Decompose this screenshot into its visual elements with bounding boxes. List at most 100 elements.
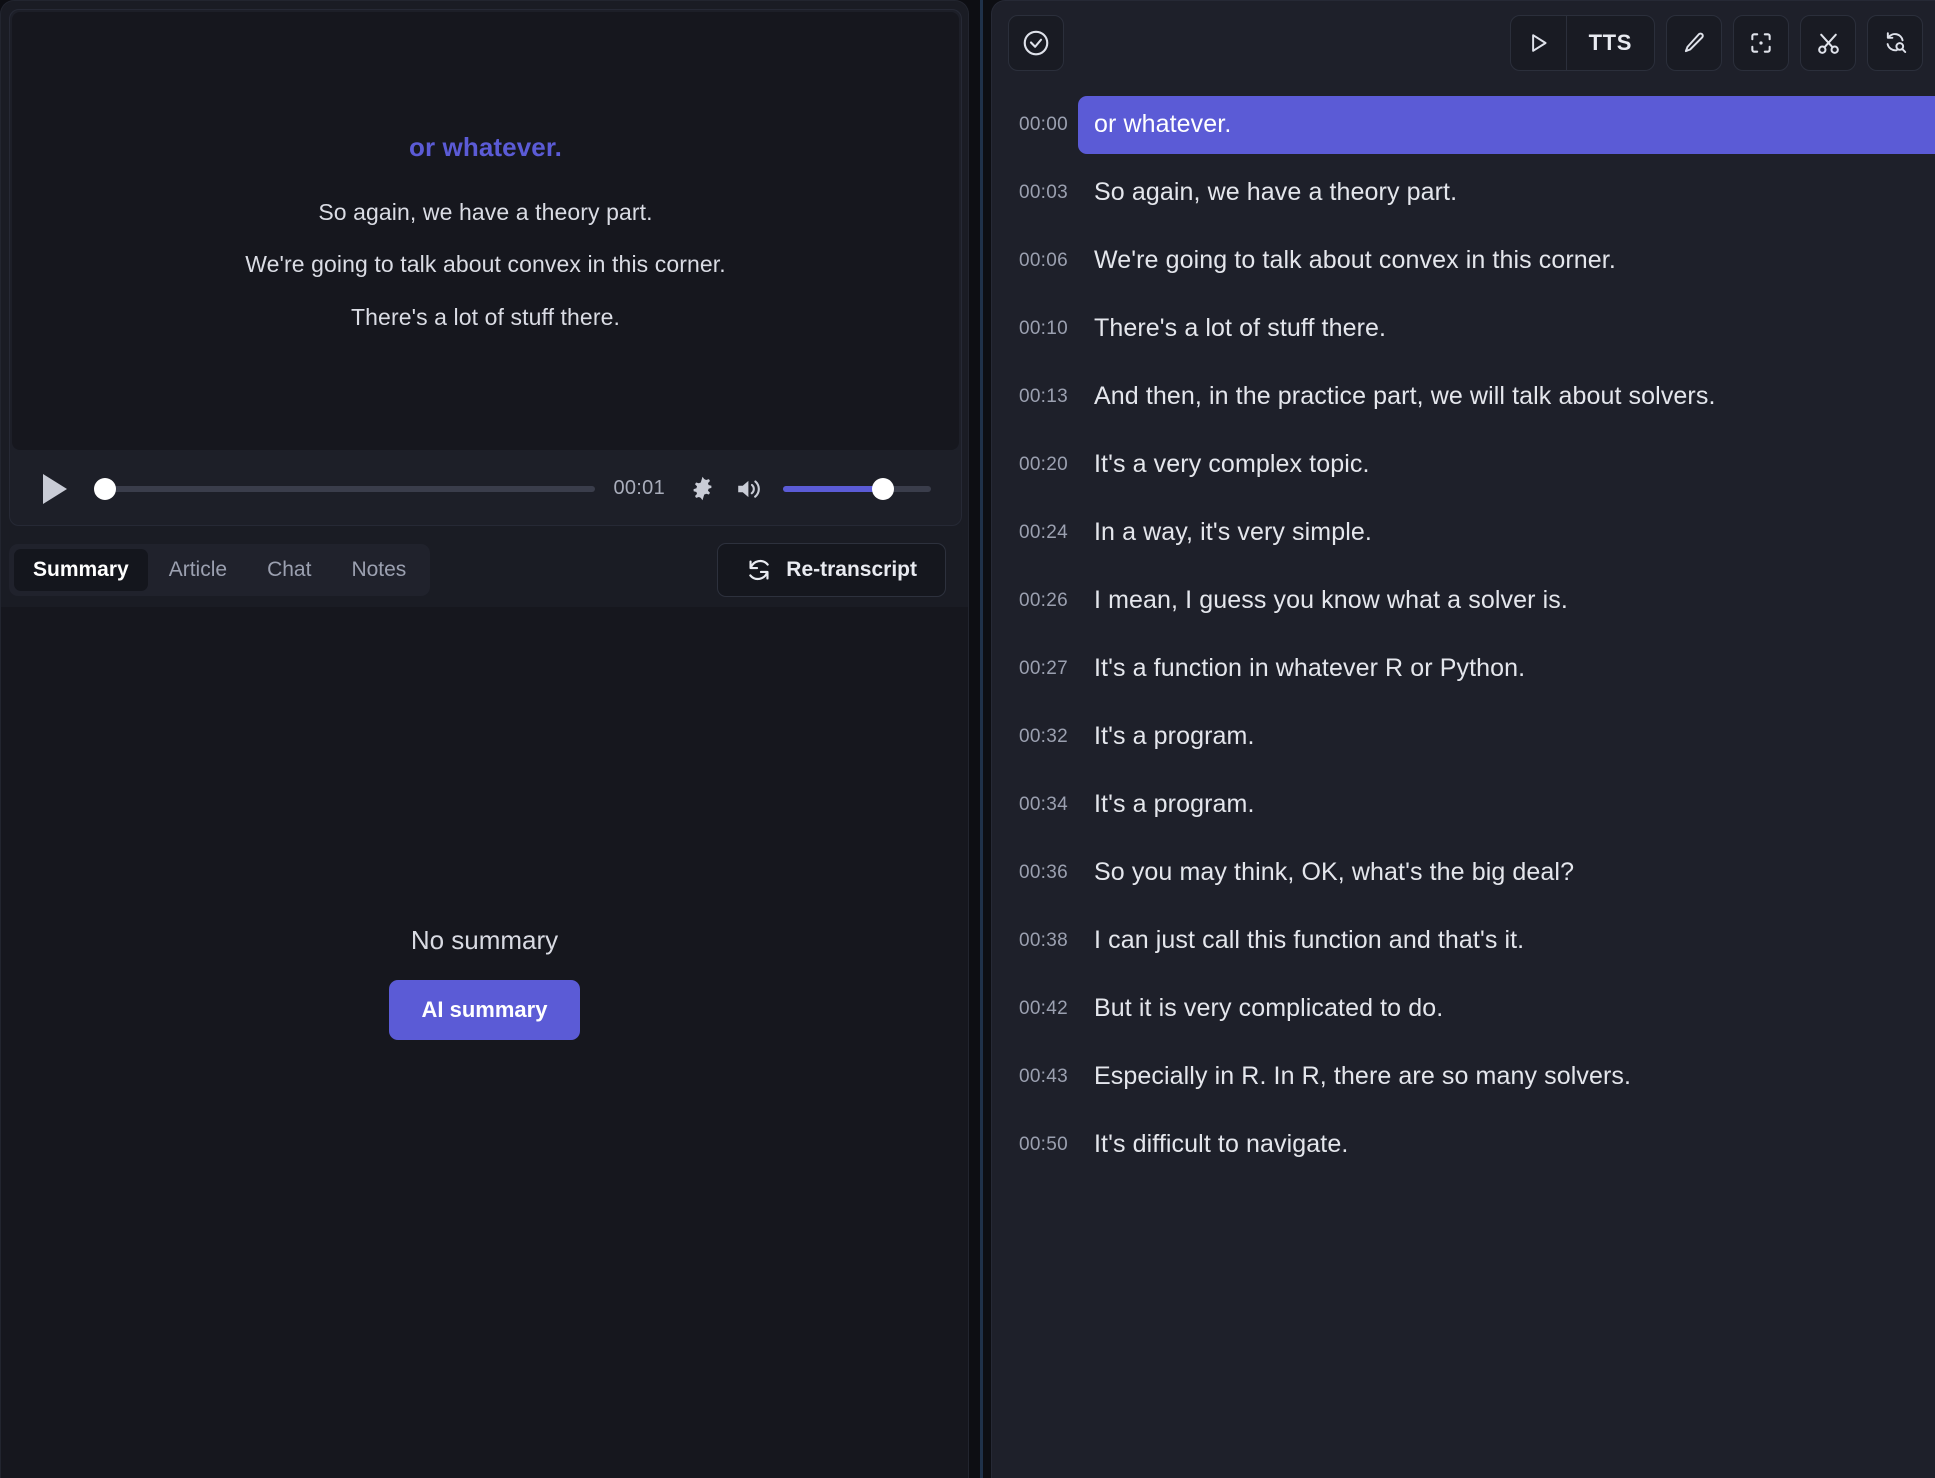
scissors-icon xyxy=(1817,33,1839,54)
transcript-row[interactable]: 00:34 It's a program. xyxy=(992,771,1935,839)
subtitle-line-active: or whatever. xyxy=(409,131,562,162)
seek-thumb[interactable] xyxy=(94,477,116,500)
volume-fill xyxy=(783,485,883,492)
transcript-timestamp[interactable]: 00:26 xyxy=(992,590,1078,612)
player-controls: 00:01 xyxy=(10,452,961,525)
transcript-toolbar: TTS xyxy=(992,1,1935,85)
cut-button[interactable] xyxy=(1800,15,1856,71)
transcript-timestamp[interactable]: 00:38 xyxy=(992,930,1078,952)
select-all-button[interactable] xyxy=(1008,15,1064,71)
transcript-timestamp[interactable]: 00:43 xyxy=(992,1066,1078,1088)
transcript-row[interactable]: 00:10 There's a lot of stuff there. xyxy=(992,295,1935,363)
re-transcript-label: Re-transcript xyxy=(786,558,917,581)
pencil-icon xyxy=(1684,32,1704,53)
play-icon xyxy=(43,473,67,504)
tab-summary[interactable]: Summary xyxy=(14,549,148,591)
re-transcript-button[interactable]: Re-transcript xyxy=(717,543,946,597)
transcript-text[interactable]: And then, in the practice part, we will … xyxy=(1078,368,1935,425)
gear-icon xyxy=(693,476,711,501)
volume-thumb[interactable] xyxy=(872,477,894,500)
volume-icon xyxy=(738,479,760,498)
transcript-row[interactable]: 00:38 I can just call this function and … xyxy=(992,907,1935,975)
tab-notes[interactable]: Notes xyxy=(332,549,425,591)
transcript-row[interactable]: 00:42 But it is very complicated to do. xyxy=(992,975,1935,1043)
transcript-row[interactable]: 00:50 It's difficult to navigate. xyxy=(992,1111,1935,1179)
settings-button[interactable] xyxy=(687,474,717,504)
left-panel: or whatever. So again, we have a theory … xyxy=(0,0,969,1478)
video-stage[interactable]: or whatever. So again, we have a theory … xyxy=(12,12,959,450)
transcript-row[interactable]: 00:27 It's a function in whatever R or P… xyxy=(992,635,1935,703)
tts-play-button[interactable] xyxy=(1511,16,1567,70)
edit-button[interactable] xyxy=(1666,15,1722,71)
transcript-text[interactable]: I mean, I guess you know what a solver i… xyxy=(1078,572,1935,629)
seek-slider[interactable] xyxy=(94,477,596,500)
transcript-text[interactable]: We're going to talk about convex in this… xyxy=(1078,232,1935,289)
subtitle-line: We're going to talk about convex in this… xyxy=(245,251,726,278)
retry-button[interactable] xyxy=(1867,15,1923,71)
transcript-text[interactable]: or whatever. xyxy=(1078,96,1935,154)
transcript-row[interactable]: 00:43 Especially in R. In R, there are s… xyxy=(992,1043,1935,1111)
current-time-label: 00:01 xyxy=(613,477,665,499)
app-root: or whatever. So again, we have a theory … xyxy=(0,0,1935,1478)
transcript-panel: TTS 00:00 or whatever. 00:03 So again, w… xyxy=(991,0,1935,1478)
transcript-text[interactable]: There's a lot of stuff there. xyxy=(1078,300,1935,357)
subtitle-line: So again, we have a theory part. xyxy=(318,199,653,226)
transcript-text[interactable]: It's a program. xyxy=(1078,776,1935,833)
media-player-card: or whatever. So again, we have a theory … xyxy=(9,9,962,526)
transcript-text[interactable]: In a way, it's very simple. xyxy=(1078,504,1935,561)
transcript-text[interactable]: It's a very complex topic. xyxy=(1078,436,1935,493)
transcript-row[interactable]: 00:32 It's a program. xyxy=(992,703,1935,771)
subtitle-line: There's a lot of stuff there. xyxy=(351,303,620,330)
panel-resize-divider[interactable] xyxy=(969,0,991,1478)
tts-label[interactable]: TTS xyxy=(1567,16,1654,70)
transcript-text[interactable]: So you may think, OK, what's the big dea… xyxy=(1078,844,1935,901)
transcript-timestamp[interactable]: 00:24 xyxy=(992,522,1078,544)
tabs-row: Summary Article Chat Notes Re-transcript xyxy=(9,543,960,597)
play-outline-icon xyxy=(1532,34,1547,52)
transcript-row[interactable]: 00:20 It's a very complex topic. xyxy=(992,431,1935,499)
transcript-timestamp[interactable]: 00:03 xyxy=(992,182,1078,204)
transcript-row[interactable]: 00:00 or whatever. xyxy=(992,91,1935,159)
transcript-timestamp[interactable]: 00:10 xyxy=(992,318,1078,340)
transcript-timestamp[interactable]: 00:36 xyxy=(992,862,1078,884)
check-circle-icon xyxy=(1023,30,1049,56)
transcript-timestamp[interactable]: 00:27 xyxy=(992,658,1078,680)
transcript-text[interactable]: So again, we have a theory part. xyxy=(1078,164,1935,221)
tab-bar: Summary Article Chat Notes xyxy=(9,544,431,596)
transcript-text[interactable]: It's a function in whatever R or Python. xyxy=(1078,640,1935,697)
transcript-timestamp[interactable]: 00:34 xyxy=(992,794,1078,816)
transcript-row[interactable]: 00:06 We're going to talk about convex i… xyxy=(992,227,1935,295)
transcript-row[interactable]: 00:03 So again, we have a theory part. xyxy=(992,159,1935,227)
transcript-text[interactable]: It's a program. xyxy=(1078,708,1935,765)
focus-button[interactable] xyxy=(1733,15,1789,71)
transcript-timestamp[interactable]: 00:32 xyxy=(992,726,1078,748)
toolbar-actions: TTS xyxy=(1509,15,1927,71)
transcript-list[interactable]: 00:00 or whatever. 00:03 So again, we ha… xyxy=(992,85,1935,1478)
transcript-row[interactable]: 00:36 So you may think, OK, what's the b… xyxy=(992,839,1935,907)
transcript-timestamp[interactable]: 00:20 xyxy=(992,454,1078,476)
tts-group: TTS xyxy=(1509,15,1655,71)
transcript-text[interactable]: But it is very complicated to do. xyxy=(1078,980,1935,1037)
transcript-text[interactable]: Especially in R. In R, there are so many… xyxy=(1078,1048,1935,1105)
transcript-text[interactable]: It's difficult to navigate. xyxy=(1078,1116,1935,1173)
transcript-row[interactable]: 00:26 I mean, I guess you know what a so… xyxy=(992,567,1935,635)
tab-article[interactable]: Article xyxy=(150,549,246,591)
tab-chat[interactable]: Chat xyxy=(248,549,330,591)
transcript-row[interactable]: 00:24 In a way, it's very simple. xyxy=(992,499,1935,567)
volume-slider[interactable] xyxy=(783,477,931,500)
transcript-timestamp[interactable]: 00:13 xyxy=(992,386,1078,408)
transcript-timestamp[interactable]: 00:06 xyxy=(992,250,1078,272)
seek-track xyxy=(96,485,596,492)
transcript-timestamp[interactable]: 00:50 xyxy=(992,1134,1078,1156)
transcript-timestamp[interactable]: 00:00 xyxy=(992,114,1078,136)
transcript-timestamp[interactable]: 00:42 xyxy=(992,998,1078,1020)
summary-panel: No summary AI summary xyxy=(1,607,968,1478)
transcript-text[interactable]: I can just call this function and that's… xyxy=(1078,912,1935,969)
ai-summary-button[interactable]: AI summary xyxy=(388,980,581,1040)
focus-frame-icon xyxy=(1751,33,1771,53)
volume-button[interactable] xyxy=(735,474,765,504)
transcript-row[interactable]: 00:13 And then, in the practice part, we… xyxy=(992,363,1935,431)
refresh-search-icon xyxy=(1886,32,1907,53)
play-button[interactable] xyxy=(40,473,70,505)
no-summary-text: No summary xyxy=(410,925,559,955)
